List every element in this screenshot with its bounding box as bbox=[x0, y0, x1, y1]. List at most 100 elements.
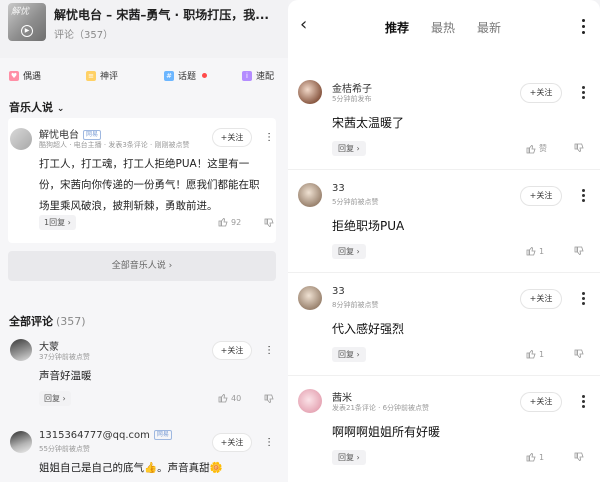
comment-text: 声音好温暖 bbox=[39, 370, 92, 382]
play-icon: ▶ bbox=[21, 25, 33, 37]
reply-button[interactable]: 回复 › bbox=[39, 391, 71, 406]
dislike-icon[interactable] bbox=[264, 394, 274, 404]
follow-button[interactable]: +关注 bbox=[521, 187, 561, 205]
comment-text: 啊啊啊姐姐所有好暖 bbox=[332, 425, 441, 439]
quick-tab-match[interactable]: i 速配 bbox=[242, 69, 274, 82]
like-count: 赞 bbox=[539, 144, 547, 153]
comment-line: 场里乘风破浪，披荆斩棘，勇敢前进。 bbox=[39, 200, 218, 212]
program-cover[interactable]: 解忧 ▶ bbox=[8, 3, 46, 41]
like-count: 40 bbox=[231, 393, 242, 403]
dislike-icon[interactable] bbox=[264, 218, 274, 228]
more-options-icon[interactable] bbox=[582, 189, 585, 204]
thumbs-up-icon bbox=[218, 394, 228, 403]
thumbs-up-icon bbox=[526, 144, 536, 153]
all-comments-title: 全部评论 (357) bbox=[9, 313, 86, 329]
section-title-text: 音乐人说 bbox=[9, 101, 53, 114]
like-button[interactable]: 赞 bbox=[526, 143, 547, 154]
like-button[interactable]: 1 bbox=[526, 349, 544, 359]
cover-text: 解忧 bbox=[11, 7, 30, 17]
like-button[interactable]: 1 bbox=[526, 246, 544, 256]
commenter-meta: 55分钟前被点赞 bbox=[39, 445, 90, 453]
avatar[interactable] bbox=[298, 389, 322, 413]
like-count: 1 bbox=[539, 349, 545, 359]
avatar[interactable] bbox=[10, 431, 32, 453]
more-options-icon[interactable]: ⋯ bbox=[263, 132, 274, 142]
more-options-icon[interactable]: ⋯ bbox=[263, 345, 274, 355]
thumbs-up-icon bbox=[526, 247, 536, 256]
quick-tab-top-comments[interactable]: ≡ 神评 bbox=[86, 69, 118, 82]
thumbs-up-icon bbox=[526, 453, 536, 462]
commenter-name[interactable]: 茜米 bbox=[332, 389, 352, 404]
comment-text: 宋茜太温暖了 bbox=[332, 116, 405, 130]
program-header: 解忧 ▶ 解忧电台 – 宋茜–勇气 · 职场打压，我... 评论（357） bbox=[0, 0, 288, 58]
follow-button[interactable]: +关注 bbox=[521, 393, 561, 411]
commenter-meta: 8分钟前被点赞 bbox=[332, 301, 379, 309]
commenter-name[interactable]: 大蒙 bbox=[39, 338, 59, 353]
reply-button[interactable]: 1回复 › bbox=[39, 215, 76, 230]
follow-button[interactable]: +关注 bbox=[213, 342, 251, 359]
more-options-icon[interactable] bbox=[582, 395, 585, 410]
user-tag: 网易 bbox=[83, 130, 102, 140]
dislike-icon[interactable] bbox=[574, 452, 584, 462]
commenter-name[interactable]: 33 bbox=[332, 286, 345, 297]
commenter-name-text: 1315364777@qq.com bbox=[39, 430, 150, 441]
all-music-comments-button[interactable]: 全部音乐人说 › bbox=[8, 251, 276, 281]
more-options-icon[interactable] bbox=[582, 19, 586, 37]
thumbs-up-icon bbox=[526, 350, 536, 359]
notification-dot bbox=[202, 73, 208, 78]
comment-count: 评论（357） bbox=[54, 30, 114, 41]
music-section-title[interactable]: 音乐人说 ⌄ bbox=[9, 99, 64, 115]
comment-list: 金桔希子 5分钟前发布 +关注 宋茜太温暖了 回复 › 赞 33 5分钟前被点赞… bbox=[288, 58, 600, 482]
quick-tab-encounter[interactable]: ♥ 偶遇 bbox=[9, 69, 41, 82]
commenter-meta: 发表21条评论 · 6分钟前被点赞 bbox=[332, 404, 430, 412]
like-button[interactable]: 1 bbox=[526, 452, 544, 462]
more-options-icon[interactable] bbox=[582, 292, 585, 307]
reply-button[interactable]: 回复 › bbox=[332, 244, 366, 259]
tab-newest[interactable]: 最新 bbox=[477, 19, 501, 36]
quick-tab-topics[interactable]: # 话题 bbox=[164, 69, 208, 82]
dislike-icon[interactable] bbox=[574, 349, 584, 359]
comments-page-right: ‹ 推荐 最热 最新 金桔希子 5分钟前发布 +关注 宋茜太温暖了 回复 › 赞… bbox=[288, 0, 600, 482]
back-arrow-icon[interactable]: ‹ bbox=[300, 14, 307, 35]
like-count: 1 bbox=[539, 452, 545, 462]
quick-tab-label: 偶遇 bbox=[23, 72, 42, 82]
comment-item: 金桔希子 5分钟前发布 +关注 宋茜太温暖了 回复 › 赞 bbox=[288, 68, 600, 170]
follow-button[interactable]: +关注 bbox=[521, 290, 561, 308]
comment-line: 打工人，打工魂，打工人拒绝PUA！这里有一 bbox=[39, 158, 250, 170]
more-options-icon[interactable] bbox=[582, 86, 585, 101]
commenter-name[interactable]: 1315364777@qq.com 网易 bbox=[39, 430, 172, 441]
comment-text: 代入感好强烈 bbox=[332, 322, 405, 336]
reply-button[interactable]: 回复 › bbox=[332, 450, 366, 465]
comment-item: 茜米 发表21条评论 · 6分钟前被点赞 +关注 啊啊啊姐姐所有好暖 回复 › … bbox=[288, 377, 600, 479]
commenter-meta: 酷狗超人 · 电台主播 · 发表3条评论 · 刚刚被点赞 bbox=[39, 141, 190, 149]
follow-button[interactable]: +关注 bbox=[213, 129, 251, 146]
follow-button[interactable]: +关注 bbox=[521, 84, 561, 102]
avatar[interactable] bbox=[10, 339, 32, 361]
avatar[interactable] bbox=[298, 80, 322, 104]
reply-button[interactable]: 回复 › bbox=[332, 347, 366, 362]
section-count: (357) bbox=[56, 315, 86, 328]
like-button[interactable]: 40 bbox=[218, 393, 241, 403]
avatar[interactable] bbox=[298, 183, 322, 207]
thumbs-up-icon bbox=[218, 218, 228, 227]
commenter-name[interactable]: 解忧电台 网易 bbox=[39, 126, 102, 141]
comment-item: 33 8分钟前被点赞 +关注 代入感好强烈 回复 › 1 bbox=[288, 274, 600, 376]
like-button[interactable]: 92 bbox=[218, 217, 241, 227]
reply-button[interactable]: 回复 › bbox=[332, 141, 366, 156]
commenter-meta: 5分钟前发布 bbox=[332, 95, 372, 103]
comments-header: ‹ 推荐 最热 最新 bbox=[288, 0, 600, 58]
comment-item: 1315364777@qq.com 网易 55分钟前被点赞 +关注 ⋯ 姐姐自己是… bbox=[8, 425, 276, 482]
comment-line: 份，宋茜向你传递的一份勇气！愿我们都能在职 bbox=[39, 179, 260, 191]
chevron-down-icon: ⌄ bbox=[56, 104, 65, 114]
dislike-icon[interactable] bbox=[574, 143, 584, 153]
tab-recommended[interactable]: 推荐 bbox=[385, 19, 409, 36]
dislike-icon[interactable] bbox=[574, 246, 584, 256]
avatar[interactable] bbox=[10, 128, 32, 150]
commenter-name[interactable]: 33 bbox=[332, 183, 345, 194]
heart-icon: ♥ bbox=[9, 70, 19, 81]
follow-button[interactable]: +关注 bbox=[213, 434, 251, 451]
avatar[interactable] bbox=[298, 286, 322, 310]
more-options-icon[interactable]: ⋯ bbox=[263, 437, 274, 447]
commenter-name[interactable]: 金桔希子 bbox=[332, 80, 372, 95]
tab-hottest[interactable]: 最热 bbox=[431, 19, 455, 36]
